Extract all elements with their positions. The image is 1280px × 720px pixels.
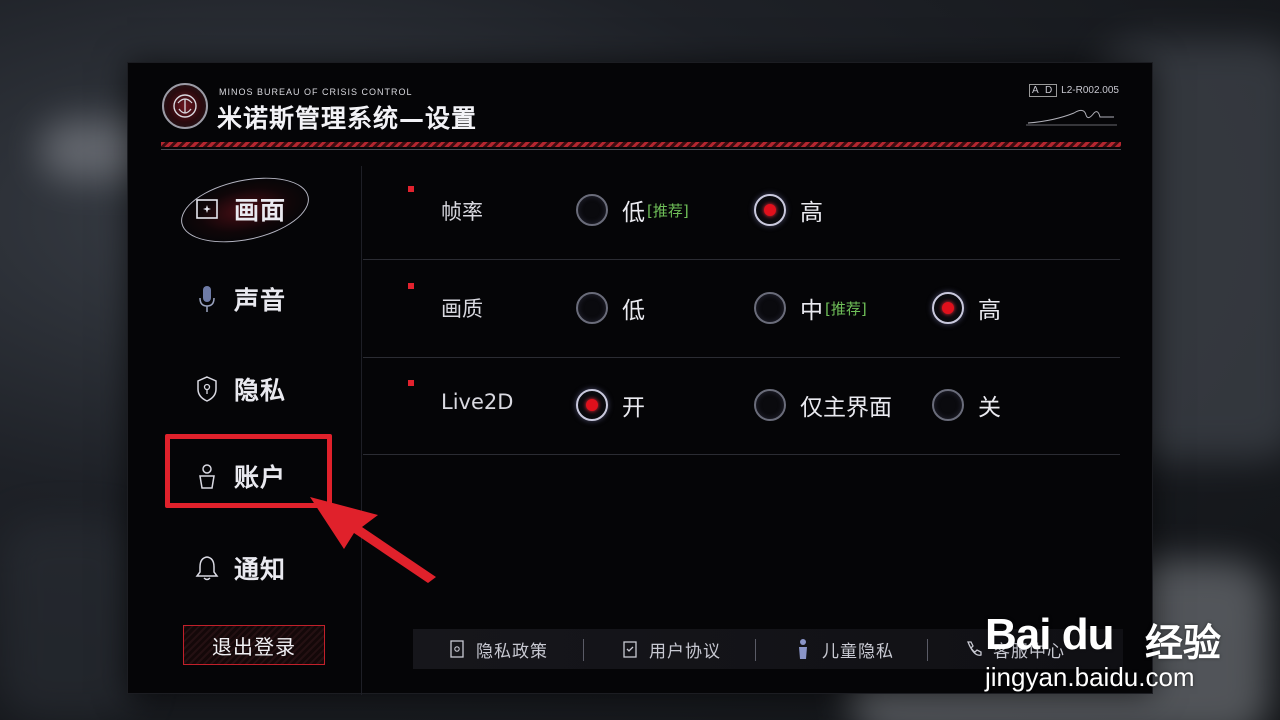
page-title: 米诺斯管理系统—设置 (217, 104, 478, 133)
live2d-label: Live2D (441, 390, 514, 414)
children-privacy-link[interactable]: 儿童隐私 (794, 629, 894, 669)
option-label: 仅主界面 (800, 395, 892, 421)
radio-button[interactable] (576, 194, 608, 226)
sidebar-item-notifications[interactable]: 通知 (194, 550, 286, 586)
screen-icon (194, 195, 220, 223)
framerate-label: 帧率 (441, 200, 483, 224)
framerate-low-option[interactable]: 低 [推荐] (576, 193, 689, 227)
sidebar-item-label: 隐私 (234, 376, 287, 405)
quality-high-option[interactable]: 高 (932, 291, 1001, 325)
row-marker (408, 380, 414, 386)
header-stripe (161, 142, 1121, 147)
bell-icon (194, 554, 220, 582)
live2d-off-option[interactable]: 关 (932, 388, 1001, 422)
watermark-product: 经验 (1145, 623, 1222, 665)
logout-button[interactable]: 退出登录 (183, 625, 325, 665)
quality-label: 画质 (441, 297, 483, 321)
background-blur (0, 520, 140, 720)
radio-button-selected[interactable] (932, 292, 964, 324)
row-divider (363, 357, 1120, 358)
row-divider (363, 259, 1120, 260)
row-marker (408, 186, 414, 192)
annotation-highlight-box (165, 434, 332, 508)
footer-link-label: 用户协议 (649, 641, 721, 662)
option-label: 高 (978, 298, 1001, 324)
recommended-tag: [推荐] (647, 201, 689, 220)
sidebar-item-label: 画面 (234, 196, 287, 225)
code-text: L2-R002.005 (1061, 85, 1119, 96)
radio-button[interactable] (754, 292, 786, 324)
option-label: 关 (978, 395, 1001, 421)
annotation-arrow-icon (310, 497, 436, 583)
quality-medium-option[interactable]: 中 [推荐] (754, 291, 867, 325)
privacy-policy-link[interactable]: 隐私政策 (448, 629, 548, 669)
radio-button[interactable] (576, 292, 608, 324)
user-agreement-link[interactable]: 用户协议 (621, 629, 721, 669)
baidu-watermark: Bai du 经验 jingyan.baidu.com (985, 600, 1245, 700)
option-label: 中 (800, 298, 823, 324)
radio-button[interactable] (754, 389, 786, 421)
recommended-tag: [推荐] (825, 299, 867, 318)
radio-button-selected[interactable] (754, 194, 786, 226)
footer-link-label: 隐私政策 (476, 641, 548, 662)
shield-lock-icon (194, 375, 220, 403)
sidebar-item-label: 声音 (234, 286, 287, 315)
sidebar-item-privacy[interactable]: 隐私 (194, 371, 286, 407)
signature-mark (1026, 109, 1117, 126)
phone-icon (965, 639, 983, 659)
option-label: 低 (622, 200, 645, 226)
bureau-logo (162, 83, 208, 129)
sidebar-item-display[interactable]: 画面 (194, 191, 286, 227)
version-code: A D L2-R002.005 (1029, 84, 1119, 97)
document-icon (448, 639, 466, 659)
code-badge: A D (1029, 84, 1058, 97)
clipboard-icon (621, 639, 639, 659)
footer-separator (583, 639, 584, 661)
option-label: 开 (622, 395, 645, 421)
sidebar-divider (361, 166, 362, 695)
footer-separator (927, 639, 928, 661)
header-subtitle: MINOS BUREAU OF CRISIS CONTROL (219, 87, 413, 97)
row-divider (363, 454, 1120, 455)
header-divider (161, 149, 1121, 150)
footer-link-label: 儿童隐私 (822, 641, 894, 662)
live2d-main-only-option[interactable]: 仅主界面 (754, 388, 892, 422)
framerate-high-option[interactable]: 高 (754, 193, 823, 227)
option-label: 低 (622, 298, 645, 324)
sidebar-item-label: 通知 (234, 555, 287, 584)
row-marker (408, 283, 414, 289)
watermark-brand: Bai du (985, 610, 1114, 659)
quality-low-option[interactable]: 低 (576, 291, 645, 325)
watermark-url: jingyan.baidu.com (985, 662, 1195, 692)
sidebar-item-sound[interactable]: 声音 (194, 281, 286, 317)
live2d-on-option[interactable]: 开 (576, 388, 645, 422)
microphone-icon (194, 285, 220, 313)
child-icon (794, 639, 812, 659)
option-label: 高 (800, 200, 823, 226)
radio-button-selected[interactable] (576, 389, 608, 421)
radio-button[interactable] (932, 389, 964, 421)
footer-separator (755, 639, 756, 661)
